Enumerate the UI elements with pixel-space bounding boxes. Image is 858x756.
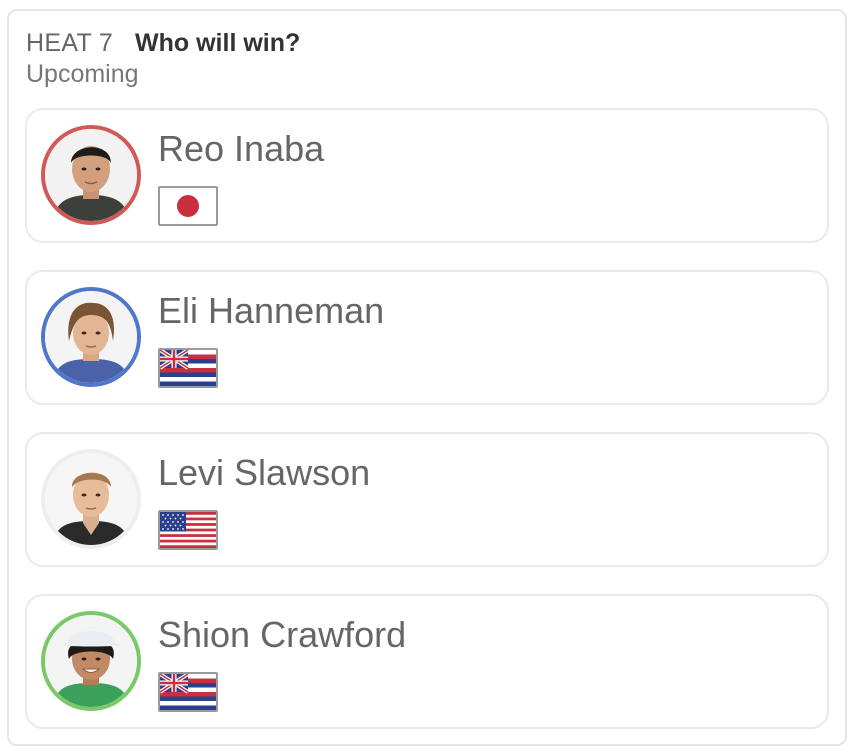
avatar (41, 449, 141, 549)
japan-flag-icon (158, 186, 218, 226)
surfer-name: Shion Crawford (158, 614, 407, 655)
avatar (41, 125, 141, 225)
surfer-option-eli-hanneman[interactable]: Eli Hanneman (25, 270, 829, 405)
hawaii-flag-icon (158, 348, 218, 388)
surfer-option-levi-slawson[interactable]: Levi Slawson (25, 432, 829, 567)
heat-header: HEAT 7 Who will win? Upcoming (26, 29, 300, 89)
heat-question: Who will win? (135, 29, 301, 57)
heat-status: Upcoming (26, 60, 139, 88)
surfer-name: Reo Inaba (158, 128, 325, 169)
avatar (41, 611, 141, 711)
hawaii-flag-icon (158, 672, 218, 712)
surfer-name: Eli Hanneman (158, 290, 385, 331)
surfer-option-reo-inaba[interactable]: Reo Inaba (25, 108, 829, 243)
heat-label: HEAT 7 (26, 29, 114, 57)
usa-flag-icon (158, 510, 218, 550)
surfer-option-shion-crawford[interactable]: Shion Crawford (25, 594, 829, 729)
avatar (41, 287, 141, 387)
surfer-name: Levi Slawson (158, 452, 371, 493)
heat-card: HEAT 7 Who will win? Upcoming Reo Inaba (7, 9, 847, 746)
